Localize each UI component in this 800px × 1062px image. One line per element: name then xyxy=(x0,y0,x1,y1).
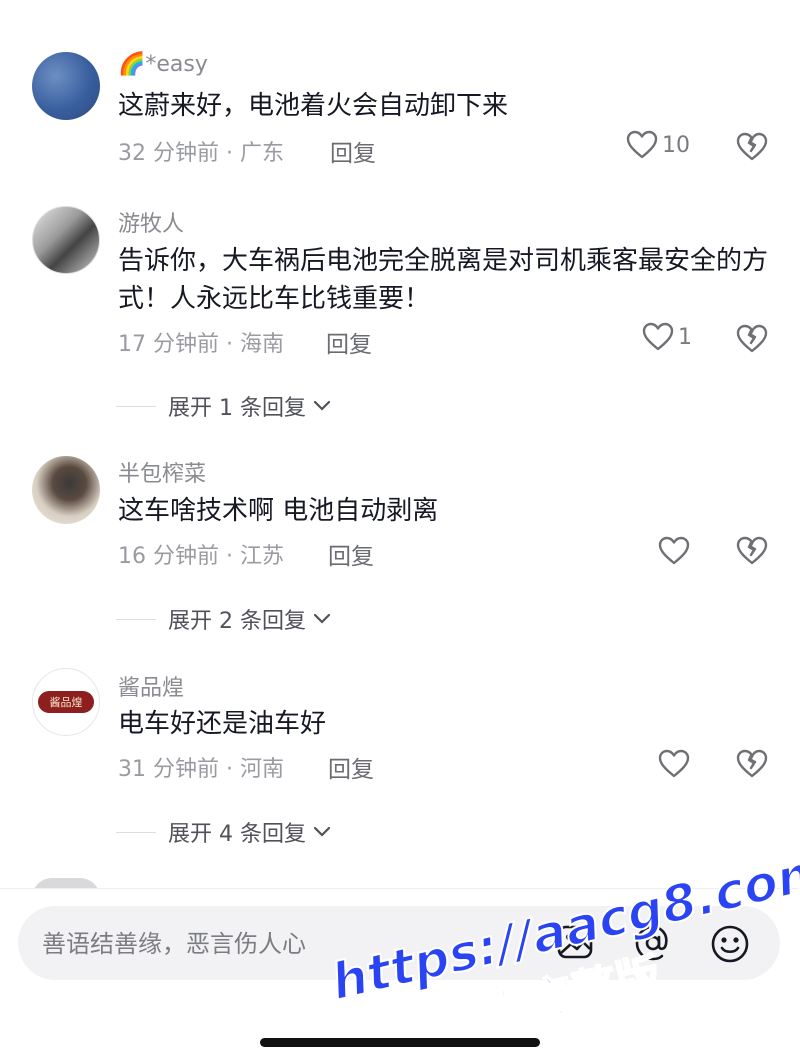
broken-heart-icon xyxy=(736,749,768,778)
broken-heart-icon xyxy=(736,324,768,353)
comment-username[interactable]: 🌈*easy xyxy=(118,52,208,77)
comment-meta: 32 分钟前 · 广东 xyxy=(118,141,284,166)
expand-replies-button[interactable]: 展开 1 条回复 xyxy=(116,390,332,422)
like-button[interactable] xyxy=(658,749,690,779)
chevron-down-icon xyxy=(313,826,331,837)
chevron-down-icon xyxy=(313,613,331,624)
reply-button[interactable]: 回复 xyxy=(328,750,374,784)
expand-replies-label: 展开 4 条回复 xyxy=(168,822,306,847)
brand-logo-text: 酱品煌 xyxy=(49,696,83,709)
comment-text: 告诉你，大车祸后电池完全脱离是对司机乘客最安全的方式！人永远比车比钱重要！ xyxy=(118,246,769,314)
broken-heart-icon xyxy=(736,536,768,565)
dislike-button[interactable] xyxy=(736,324,768,358)
broken-heart-icon xyxy=(736,132,768,161)
comment-username[interactable]: 酱品煌 xyxy=(118,670,184,702)
avatar[interactable] xyxy=(32,52,100,120)
comment-text: 这蔚来好，电池着火会自动卸下来 xyxy=(118,91,509,121)
expand-replies-button[interactable]: 展开 4 条回复 xyxy=(116,816,332,848)
like-button[interactable]: 10 xyxy=(626,130,690,160)
like-button[interactable]: 1 xyxy=(642,322,692,352)
emoji-icon xyxy=(711,925,749,963)
dislike-button[interactable] xyxy=(736,749,768,783)
like-button[interactable] xyxy=(658,536,690,566)
chevron-down-icon xyxy=(313,400,331,411)
expand-replies-label: 展开 2 条回复 xyxy=(168,609,306,634)
comment-text: 电车好还是油车好 xyxy=(118,709,327,739)
avatar[interactable] xyxy=(32,456,100,524)
brand-logo-icon: 酱品煌 xyxy=(38,691,94,713)
emoji-button[interactable] xyxy=(710,924,750,968)
reply-button[interactable]: 回复 xyxy=(328,537,374,571)
comment-meta: 31 分钟前 · 河南 xyxy=(118,757,284,782)
comment-username[interactable]: 游牧人 xyxy=(118,206,184,238)
divider xyxy=(116,618,156,620)
divider xyxy=(116,831,156,833)
heart-icon xyxy=(626,130,658,159)
divider xyxy=(116,405,156,407)
reply-button[interactable]: 回复 xyxy=(330,134,376,168)
heart-icon xyxy=(642,322,674,351)
like-count: 10 xyxy=(662,132,690,158)
dislike-button[interactable] xyxy=(736,132,768,166)
home-indicator[interactable] xyxy=(260,1038,540,1047)
avatar[interactable] xyxy=(32,206,100,274)
comment-meta: 16 分钟前 · 江苏 xyxy=(118,544,284,569)
comment-username[interactable]: 半包榨菜 xyxy=(118,456,206,488)
heart-icon xyxy=(658,536,690,565)
avatar[interactable]: 酱品煌 xyxy=(32,668,100,736)
comment-meta: 17 分钟前 · 海南 xyxy=(118,332,284,357)
heart-icon xyxy=(658,749,690,778)
like-count: 1 xyxy=(678,324,692,350)
expand-replies-button[interactable]: 展开 2 条回复 xyxy=(116,603,332,635)
dislike-button[interactable] xyxy=(736,536,768,570)
expand-replies-label: 展开 1 条回复 xyxy=(168,396,306,421)
comment-text: 这车啥技术啊 电池自动剥离 xyxy=(118,496,439,526)
reply-button[interactable]: 回复 xyxy=(326,325,372,359)
